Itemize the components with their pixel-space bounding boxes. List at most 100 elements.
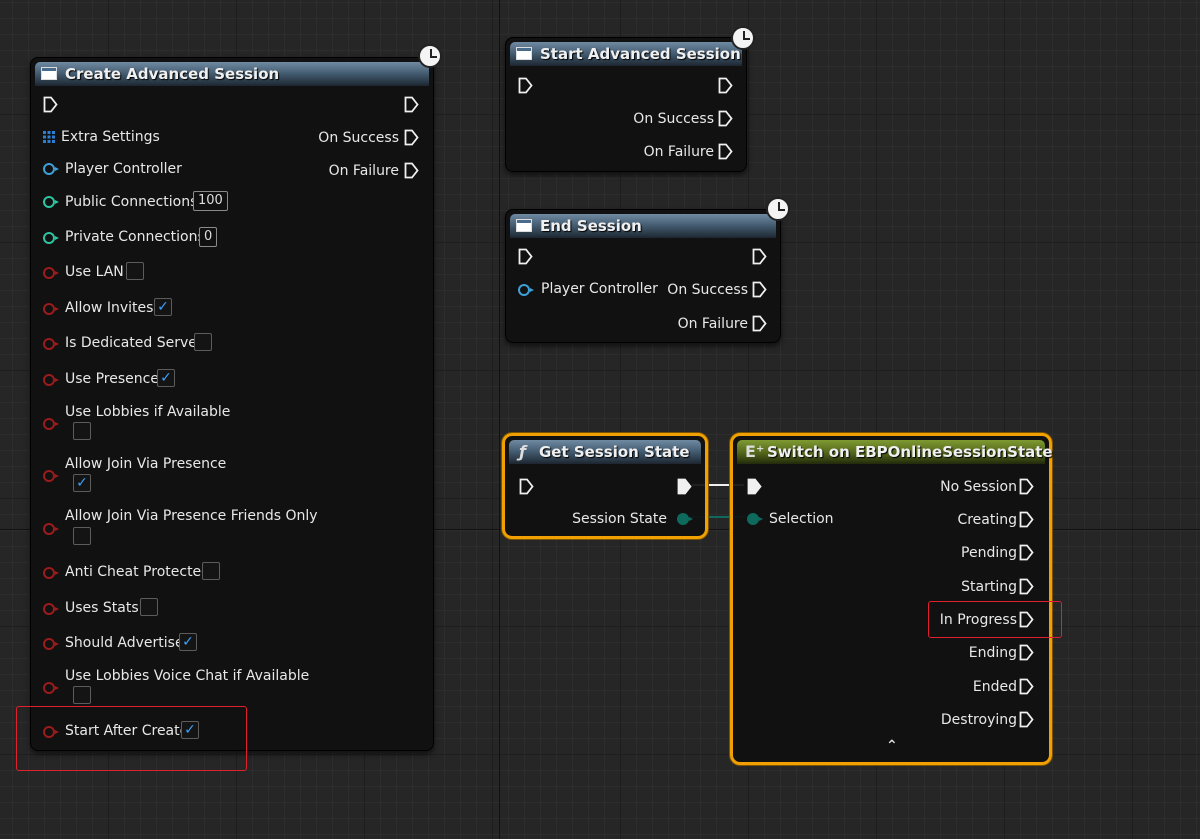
allow-join-presence-pin[interactable] [43, 470, 59, 482]
pin-on-success[interactable]: On Success [633, 110, 714, 128]
pin-private-connections[interactable]: Private Connections [65, 228, 205, 246]
session-state-pin[interactable] [677, 513, 693, 525]
allow-invites-checkbox[interactable]: ✓ [154, 298, 172, 316]
pin-allow-invites[interactable]: Allow Invites [65, 299, 153, 317]
allow-join-presence-friends-pin[interactable] [43, 523, 59, 535]
player-controller-pin[interactable] [43, 163, 59, 175]
end-session-node[interactable]: End Session Player Controller On Success… [505, 209, 781, 343]
public-connections-pin[interactable] [43, 196, 59, 208]
pin-on-success[interactable]: On Success [667, 281, 748, 299]
anti-cheat-checkbox[interactable] [202, 562, 220, 580]
on-success-exec-pin[interactable] [404, 129, 419, 146]
pin-output-no-session[interactable]: No Session [940, 478, 1017, 496]
struct-grid-icon [43, 131, 55, 143]
pin-output-ending[interactable]: Ending [969, 644, 1017, 662]
allow-join-presence-friends-checkbox[interactable] [73, 527, 91, 545]
use-lan-pin[interactable] [43, 267, 59, 279]
node-header[interactable]: End Session [510, 214, 776, 238]
node-header[interactable]: ƒ Get Session State [509, 440, 701, 464]
pin-uses-stats[interactable]: Uses Stats [65, 599, 139, 617]
player-controller-pin[interactable] [518, 284, 534, 296]
chevron-up-icon[interactable]: ⌃ [886, 738, 898, 754]
pin-label: On Failure [643, 144, 714, 160]
start-advanced-session-node[interactable]: Start Advanced Session On Success On Fai… [505, 37, 747, 172]
output-exec-pin[interactable] [1019, 678, 1034, 695]
exec-out-pin[interactable] [677, 478, 692, 495]
use-lobbies-voice-pin[interactable] [43, 682, 59, 694]
pin-output-ended[interactable]: Ended [973, 678, 1017, 696]
pin-on-failure[interactable]: On Failure [678, 315, 748, 333]
use-lan-checkbox[interactable] [126, 262, 144, 280]
anti-cheat-pin[interactable] [43, 567, 59, 579]
uses-stats-checkbox[interactable] [140, 598, 158, 616]
pin-use-presence[interactable]: Use Presence [65, 370, 159, 388]
exec-out-pin[interactable] [752, 248, 767, 265]
node-header[interactable]: Create Advanced Session [35, 62, 429, 86]
pin-on-failure[interactable]: On Failure [329, 162, 399, 180]
exec-in-pin[interactable] [519, 478, 534, 495]
pin-label: Allow Invites [65, 300, 154, 316]
pin-anti-cheat[interactable]: Anti Cheat Protected [65, 563, 210, 581]
switch-on-enum-node[interactable]: E⁺ Switch on EBPOnlineSessionState Selec… [730, 433, 1053, 765]
output-exec-pin[interactable] [1019, 711, 1034, 728]
pin-player-controller[interactable]: Player Controller [65, 160, 182, 178]
uses-stats-pin[interactable] [43, 603, 59, 615]
highlight-start-after-create [16, 706, 247, 771]
pin-output-creating[interactable]: Creating [957, 511, 1017, 529]
pin-session-state[interactable]: Session State [572, 510, 667, 528]
use-lobbies-voice-checkbox[interactable] [73, 686, 91, 704]
dedicated-server-pin[interactable] [43, 338, 59, 350]
use-presence-checkbox[interactable]: ✓ [157, 369, 175, 387]
output-exec-pin[interactable] [1019, 544, 1034, 561]
use-presence-pin[interactable] [43, 374, 59, 386]
exec-in-pin[interactable] [747, 478, 762, 495]
use-lobbies-pin[interactable] [43, 418, 59, 430]
output-exec-pin[interactable] [1019, 578, 1034, 595]
pin-label: Use Lobbies Voice Chat if Available [65, 668, 310, 684]
pin-allow-join-presence[interactable]: Allow Join Via Presence [65, 455, 226, 473]
pin-label: Ending [968, 645, 1017, 661]
pin-extra-settings[interactable]: Extra Settings [61, 128, 160, 146]
output-exec-pin[interactable] [1019, 478, 1034, 495]
dedicated-server-checkbox[interactable] [194, 333, 212, 351]
on-failure-exec-pin[interactable] [718, 143, 733, 160]
exec-in-pin[interactable] [518, 77, 533, 94]
exec-out-pin[interactable] [404, 96, 419, 113]
pin-output-destroying[interactable]: Destroying [941, 711, 1017, 729]
exec-in-pin[interactable] [518, 248, 533, 265]
on-success-exec-pin[interactable] [752, 281, 767, 298]
use-lobbies-checkbox[interactable] [73, 422, 91, 440]
create-advanced-session-node[interactable]: Create Advanced Session Extra Settings O… [30, 57, 434, 751]
output-exec-pin[interactable] [1019, 511, 1034, 528]
should-advertise-pin[interactable] [43, 638, 59, 650]
pin-player-controller[interactable]: Player Controller [541, 280, 658, 298]
allow-invites-pin[interactable] [43, 303, 59, 315]
pin-use-lobbies-voice[interactable]: Use Lobbies Voice Chat if Available [65, 667, 309, 685]
private-connections-pin[interactable] [43, 232, 59, 244]
should-advertise-checkbox[interactable]: ✓ [179, 633, 197, 651]
output-exec-pin[interactable] [1019, 644, 1034, 661]
allow-join-presence-checkbox[interactable]: ✓ [73, 474, 91, 492]
pin-output-pending[interactable]: Pending [961, 544, 1017, 562]
pin-on-failure[interactable]: On Failure [644, 143, 714, 161]
selection-pin[interactable] [747, 513, 763, 525]
pin-dedicated-server[interactable]: Is Dedicated Server [65, 334, 203, 352]
node-header[interactable]: Start Advanced Session [510, 42, 742, 66]
on-failure-exec-pin[interactable] [752, 315, 767, 332]
public-connections-input[interactable]: 100 [193, 191, 228, 211]
pin-public-connections[interactable]: Public Connections [65, 193, 197, 211]
pin-use-lobbies[interactable]: Use Lobbies if Available [65, 403, 230, 421]
node-header[interactable]: E⁺ Switch on EBPOnlineSessionState [737, 440, 1053, 464]
on-success-exec-pin[interactable] [718, 110, 733, 127]
pin-selection[interactable]: Selection [769, 510, 834, 528]
pin-use-lan[interactable]: Use LAN [65, 263, 124, 281]
pin-allow-join-presence-friends[interactable]: Allow Join Via Presence Friends Only [65, 507, 318, 525]
pin-should-advertise[interactable]: Should Advertise [65, 634, 184, 652]
pin-output-starting[interactable]: Starting [961, 578, 1017, 596]
exec-in-pin[interactable] [43, 96, 58, 113]
private-connections-input[interactable]: 0 [199, 227, 218, 247]
pin-on-success[interactable]: On Success [318, 129, 399, 147]
on-failure-exec-pin[interactable] [404, 162, 419, 179]
exec-out-pin[interactable] [718, 77, 733, 94]
get-session-state-node[interactable]: ƒ Get Session State Session State [502, 433, 708, 539]
